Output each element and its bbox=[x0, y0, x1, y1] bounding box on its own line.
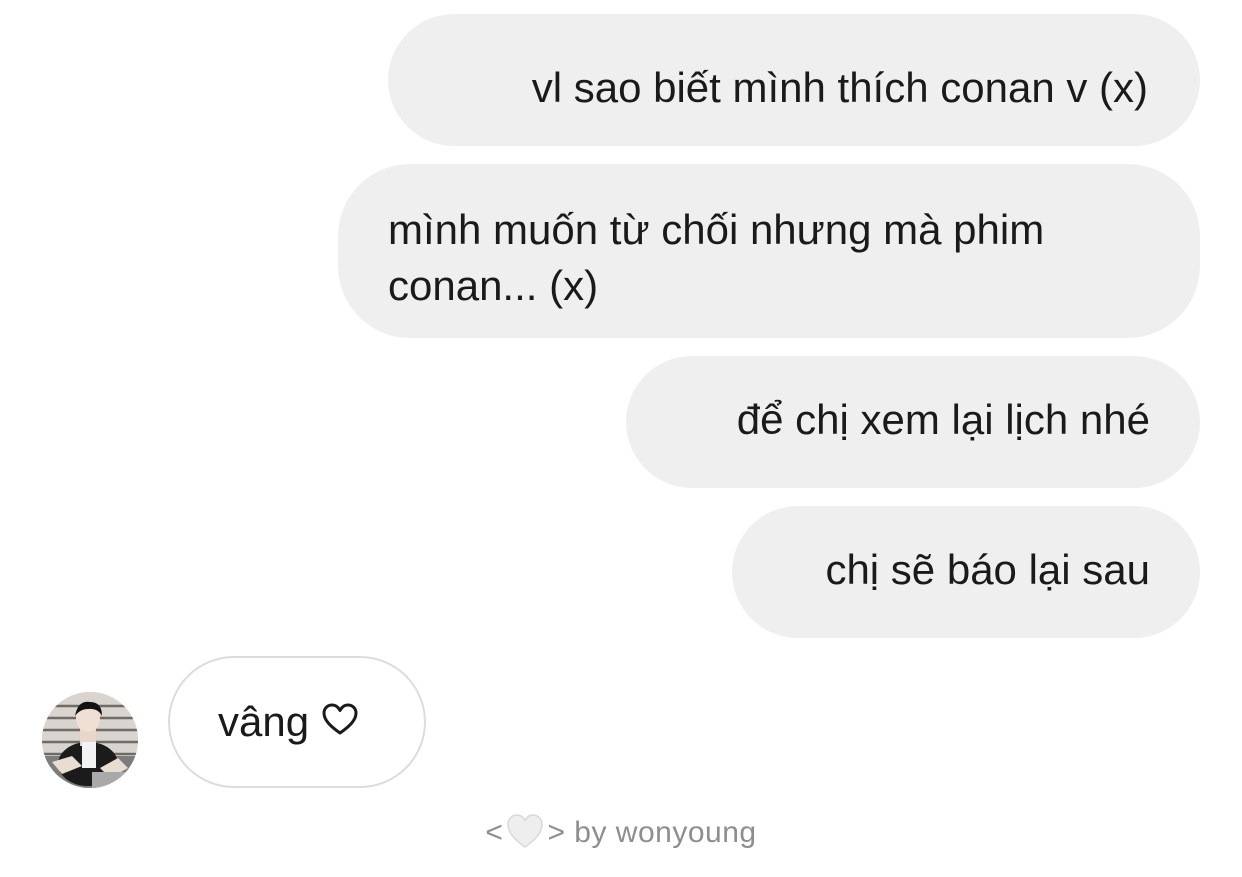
white-heart-icon bbox=[505, 812, 545, 861]
message-text: vl sao biết mình thích conan v (x) bbox=[531, 64, 1148, 111]
message-text: vâng bbox=[218, 698, 310, 745]
message-text-line: conan... (x) bbox=[388, 262, 599, 309]
avatar[interactable] bbox=[42, 692, 138, 788]
message-bubble-other[interactable]: vâng bbox=[168, 656, 426, 788]
profile-photo-icon bbox=[42, 692, 138, 788]
message-bubble-self[interactable]: để chị xem lại lịch nhé bbox=[626, 356, 1200, 488]
credit-caption: < > by wonyoung bbox=[0, 812, 1242, 861]
heart-outline-icon bbox=[321, 694, 359, 750]
credit-prefix: < bbox=[485, 816, 504, 849]
credit-text: > by wonyoung bbox=[547, 816, 757, 849]
message-bubble-self[interactable]: vl sao biết mình thích conan v (x) bbox=[388, 14, 1200, 146]
message-text-line: mình muốn từ chối nhưng mà phim bbox=[388, 206, 1045, 253]
message-bubble-self[interactable]: chị sẽ báo lại sau bbox=[732, 506, 1200, 638]
message-text: chị sẽ báo lại sau bbox=[825, 546, 1150, 593]
message-text: để chị xem lại lịch nhé bbox=[736, 396, 1150, 443]
message-bubble-self[interactable]: mình muốn từ chối nhưng mà phim conan...… bbox=[338, 164, 1200, 338]
